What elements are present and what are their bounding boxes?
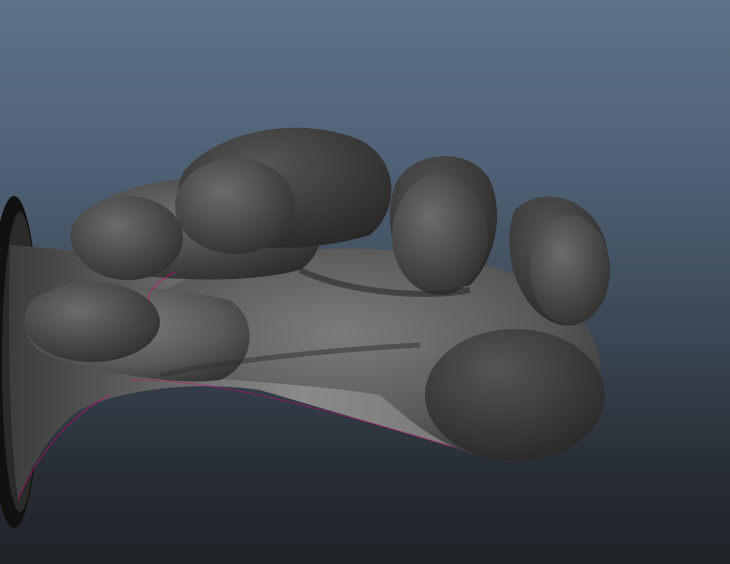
palm-heel [425, 329, 605, 461]
3d-viewport[interactable] [0, 0, 730, 564]
middle-finger [175, 127, 392, 254]
hand-model-render[interactable] [0, 0, 730, 564]
